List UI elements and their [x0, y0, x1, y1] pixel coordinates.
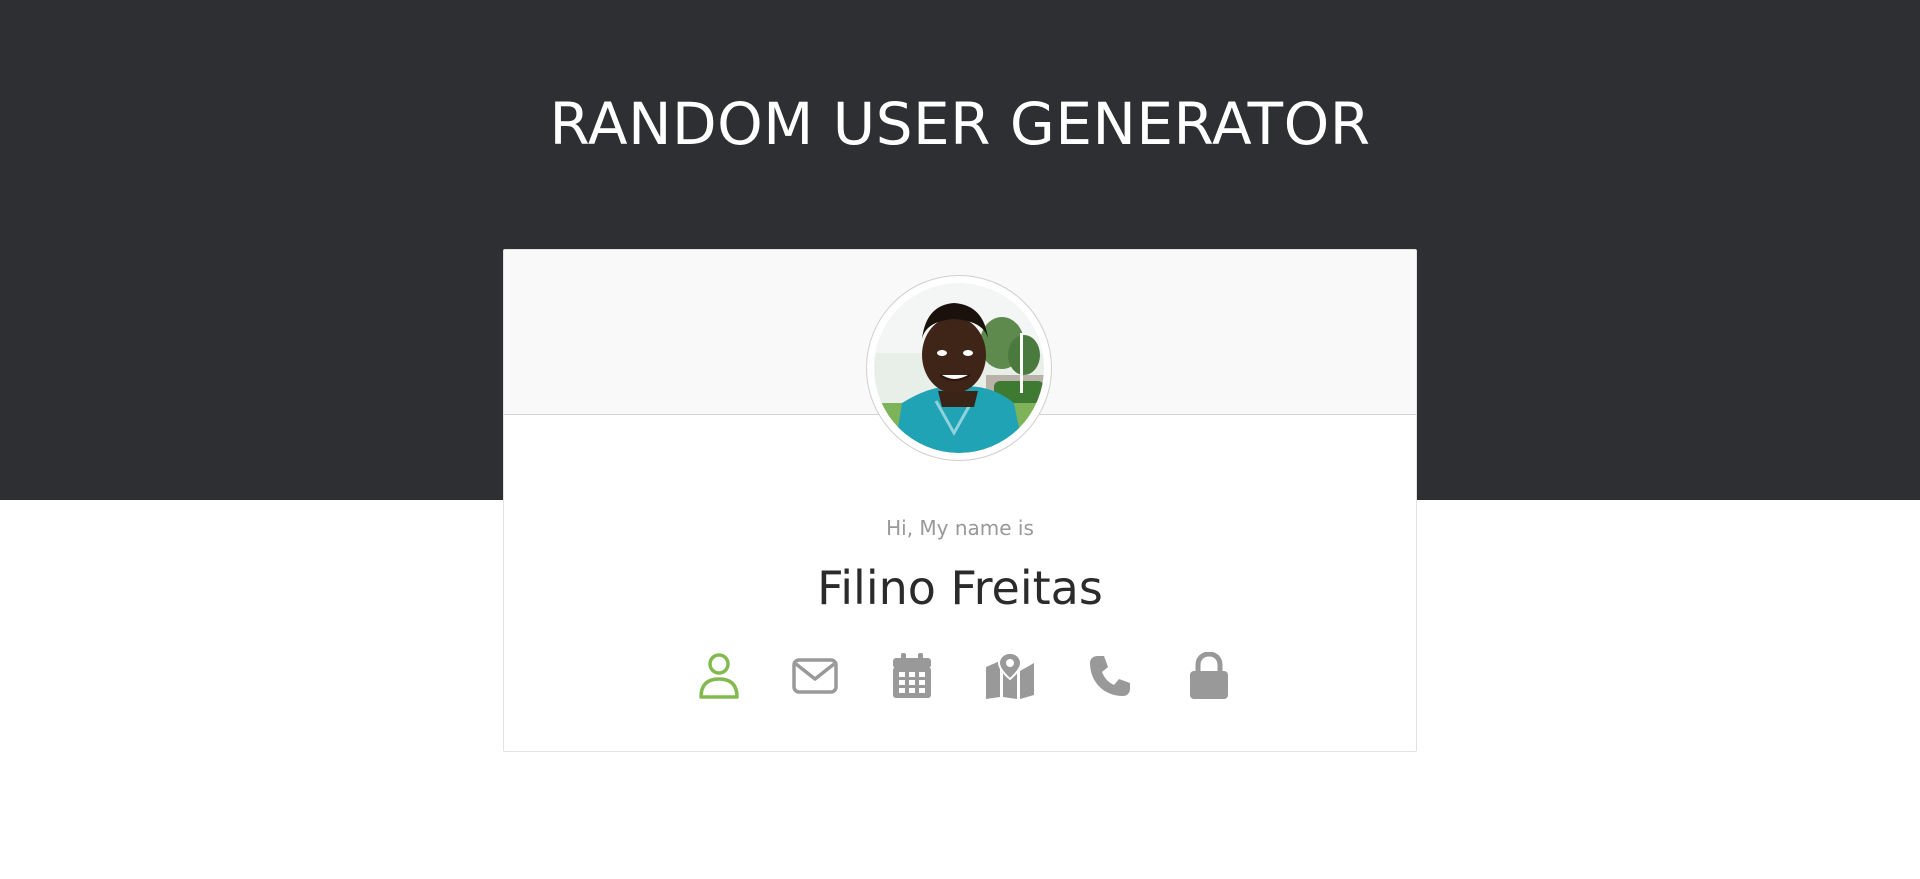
map-icon [986, 653, 1034, 699]
page-title: RANDOM USER GENERATOR [549, 90, 1371, 158]
tab-birthday[interactable] [884, 650, 940, 702]
tab-password[interactable] [1181, 650, 1237, 702]
tab-address[interactable] [982, 650, 1038, 702]
avatar-photo [874, 283, 1044, 453]
person-icon [699, 653, 739, 699]
tab-name[interactable] [691, 650, 747, 702]
info-label: Hi, My name is [886, 516, 1034, 540]
info-tabs [504, 650, 1416, 702]
envelope-icon [792, 658, 838, 694]
user-name: Filino Freitas [817, 561, 1103, 615]
calendar-icon [893, 653, 931, 698]
tab-phone[interactable] [1082, 650, 1138, 702]
avatar [866, 275, 1052, 461]
lock-icon [1190, 652, 1228, 699]
user-card: Hi, My name is Filino Freitas [503, 249, 1417, 752]
page: RANDOM USER GENERATOR Hi, My name is Fil… [0, 0, 1920, 879]
phone-icon [1090, 656, 1130, 696]
tab-email[interactable] [787, 650, 843, 702]
